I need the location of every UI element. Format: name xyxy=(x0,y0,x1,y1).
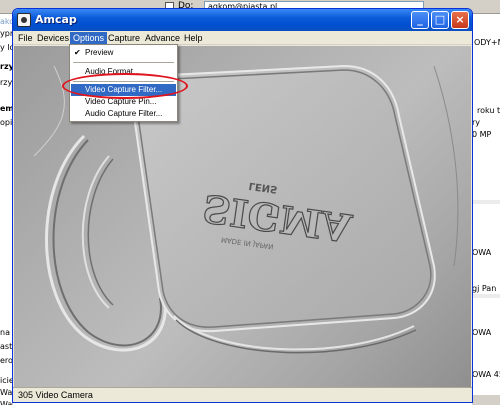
menu-file[interactable]: File xyxy=(15,32,36,44)
menu-advance[interactable]: Advance xyxy=(142,32,183,44)
menu-item-preview[interactable]: ✔ Preview xyxy=(71,47,176,59)
background-right-text: ODY+M roku t ry 0 MP OWA gj Pan OWA OWA … xyxy=(472,14,500,405)
bg-right-fragment: gj Pan xyxy=(472,284,497,293)
bg-left-fragment: opi xyxy=(0,118,13,127)
checkmark-icon: ✔ xyxy=(74,48,81,57)
bg-right-fragment: OWA xyxy=(472,248,492,257)
bg-left-fragment: na xyxy=(0,328,10,337)
bg-right-fragment: ry xyxy=(472,118,481,127)
bg-right-fragment: roku t xyxy=(477,106,500,115)
bg-left-fragment: Wa xyxy=(0,400,13,405)
bg-scroll-area xyxy=(472,395,500,405)
bg-right-fragment: OWA xyxy=(472,328,492,337)
red-annotation-ellipse xyxy=(62,73,188,99)
minimize-button[interactable]: _ xyxy=(411,11,429,29)
bg-right-fragment: 0 MP xyxy=(472,130,492,139)
close-button[interactable]: × xyxy=(451,11,469,29)
menu-bar: File Devices Options Capture Advance Hel… xyxy=(13,31,472,45)
window-title: Amcap xyxy=(35,13,77,26)
title-bar[interactable]: Amcap _ □ × xyxy=(13,9,472,31)
bg-divider xyxy=(472,200,500,204)
status-bar: 305 Video Camera xyxy=(13,387,472,402)
menu-separator xyxy=(73,62,174,63)
menu-item-label: Preview xyxy=(85,48,114,57)
menu-help[interactable]: Help xyxy=(181,32,206,44)
bg-left-fragment: Wa xyxy=(0,388,13,397)
menu-item-audio-capture-filter[interactable]: Audio Capture Filter... xyxy=(71,108,176,120)
bg-right-fragment: OWA 45 xyxy=(472,370,500,379)
bg-left-fragment: ast xyxy=(0,342,13,351)
menu-options[interactable]: Options xyxy=(70,32,108,44)
menu-devices[interactable]: Devices xyxy=(34,32,72,44)
menu-item-label: Audio Capture Filter... xyxy=(85,109,163,118)
maximize-button[interactable]: □ xyxy=(431,11,449,29)
menu-capture[interactable]: Capture xyxy=(105,32,143,44)
bg-right-fragment: ODY+M xyxy=(474,38,500,47)
status-device-name: 305 Video Camera xyxy=(18,390,93,400)
bg-left-fragment: rzy xyxy=(0,78,13,87)
camera-app-icon[interactable] xyxy=(17,13,31,27)
bg-divider xyxy=(472,294,500,298)
